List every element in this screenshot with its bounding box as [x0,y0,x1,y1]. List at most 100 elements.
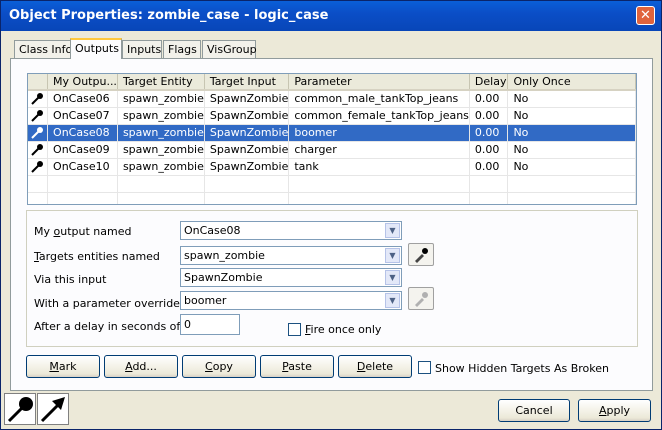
outputs-table: My Outpu... Target Entity Target Input P… [28,74,636,204]
targets-label: Targets entities named [34,250,160,263]
row-icon-cell [28,175,49,193]
parameter-picker-button[interactable] [408,287,434,310]
tab-label: VisGroup [207,43,257,56]
output-ball-icon [4,393,36,425]
cell-parameter: charger [288,141,470,159]
cell-parameter [288,175,470,193]
cell-only-once: No [507,124,636,142]
cell-target-entity: spawn_zombie [117,90,205,108]
cell-parameter: common_female_tankTop_jeans [288,107,470,125]
parameter-value: boomer [184,294,227,307]
cell-target-entity [117,192,205,204]
tab-label: Flags [168,43,197,56]
row-icon-cell [28,107,49,125]
copy-button[interactable]: Copy [182,355,256,378]
column-header-parameter[interactable]: Parameter [288,74,470,91]
table-row[interactable]: OnCase10 spawn_zombie SpawnZombie tank 0.00 N… [28,158,636,176]
output-connection-icon [31,92,43,105]
target-input-combo[interactable]: SpawnZombie ▼ [180,268,402,287]
fire-once-checkbox[interactable] [288,323,301,336]
chevron-down-icon[interactable]: ▼ [385,293,400,308]
target-entity-combo[interactable]: spawn_zombie ▼ [180,246,402,265]
paste-button[interactable]: Paste [260,355,334,378]
target-picker-button[interactable] [408,243,434,266]
delay-input[interactable]: 0 [180,314,240,335]
cell-output: OnCase07 [47,107,118,125]
tab-inputs[interactable]: Inputs [122,40,162,58]
cell-only-once: No [507,158,636,176]
tab-label: Inputs [127,43,162,56]
column-header-delay[interactable]: Delay [469,74,509,91]
chevron-down-icon[interactable]: ▼ [385,223,400,238]
delay-value: 0 [184,318,191,331]
cell-only-once [507,192,636,204]
cell-parameter: boomer [288,124,470,142]
cell-target-input [204,192,290,204]
tab-visgroup[interactable]: VisGroup [202,40,257,58]
chevron-down-icon[interactable]: ▼ [385,270,400,285]
output-connection-icon [31,143,43,156]
cell-target-input: SpawnZombie [204,107,290,125]
row-icon-cell [28,124,49,142]
delay-label: After a delay in seconds of [34,320,181,333]
cancel-button[interactable]: Cancel [498,399,570,422]
table-row[interactable]: OnCase06 spawn_zombie SpawnZombie common_ma… [28,90,636,108]
show-hidden-checkbox[interactable] [418,361,431,374]
close-icon: ✕ [640,8,651,23]
column-header-target-input[interactable]: Target Input [204,74,290,91]
show-hidden-label: Show Hidden Targets As Broken [435,362,609,375]
target-entity-value: spawn_zombie [184,249,265,262]
table-header-row: My Outpu... Target Entity Target Input P… [28,74,636,91]
output-connection-icon [31,160,43,173]
parameter-combo[interactable]: boomer ▼ [180,291,402,310]
outputs-list[interactable]: My Outpu... Target Entity Target Input P… [27,73,637,205]
column-header-target-entity[interactable]: Target Entity [117,74,205,91]
title-bar[interactable]: Object Properties: zombie_case - logic_c… [1,1,661,31]
cell-output [47,175,118,193]
output-connection-icon [31,109,43,122]
cell-only-once [507,175,636,193]
apply-button[interactable]: Apply [578,399,651,422]
close-button[interactable]: ✕ [636,6,655,25]
eyedropper-icon [415,248,428,263]
input-label: Via this input [34,273,107,286]
mark-button[interactable]: Mark [26,355,100,378]
row-icon-cell [28,192,49,204]
tab-class-info[interactable]: Class Info [14,40,73,58]
tab-flags[interactable]: Flags [163,40,201,58]
cell-target-input: SpawnZombie [204,158,290,176]
cell-target-entity: spawn_zombie [117,158,205,176]
delete-button[interactable]: Delete [338,355,412,378]
cell-target-entity: spawn_zombie [117,141,205,159]
tab-label: Outputs [75,42,119,55]
cell-parameter: common_male_tankTop_jeans [288,90,470,108]
cell-output: OnCase09 [47,141,118,159]
cell-delay [469,192,509,204]
parameter-label: With a parameter override of [34,297,195,310]
cell-delay: 0.00 [469,141,509,159]
output-name-combo[interactable]: OnCase08 ▼ [180,221,402,240]
table-row[interactable]: OnCase09 spawn_zombie SpawnZombie charger 0.… [28,141,636,159]
cell-output: OnCase08 [47,124,118,142]
column-header-only-once[interactable]: Only Once [507,74,636,91]
cell-target-entity: spawn_zombie [117,107,205,125]
cell-only-once: No [507,90,636,108]
eyedropper-icon [415,292,428,307]
row-icon-cell [28,90,49,108]
tab-label: Class Info [19,43,73,56]
column-header-output[interactable]: My Outpu... [47,74,118,91]
table-row[interactable]: OnCase08 spawn_zombie SpawnZombie boomer 0.0… [28,124,636,142]
add-button[interactable]: Add... [104,355,178,378]
cell-delay: 0.00 [469,158,509,176]
row-icon-cell [28,158,49,176]
cell-parameter: tank [288,158,470,176]
cell-delay [469,175,509,193]
cell-target-input: SpawnZombie [204,124,290,142]
chevron-down-icon[interactable]: ▼ [385,248,400,263]
output-connection-icon [31,126,43,139]
tab-outputs[interactable]: Outputs [70,38,122,59]
table-row[interactable]: OnCase07 spawn_zombie SpawnZombie common_fe… [28,107,636,125]
fire-once-label: Fire once only [305,323,382,336]
column-header-icon[interactable] [28,74,49,91]
cell-parameter [288,192,470,204]
